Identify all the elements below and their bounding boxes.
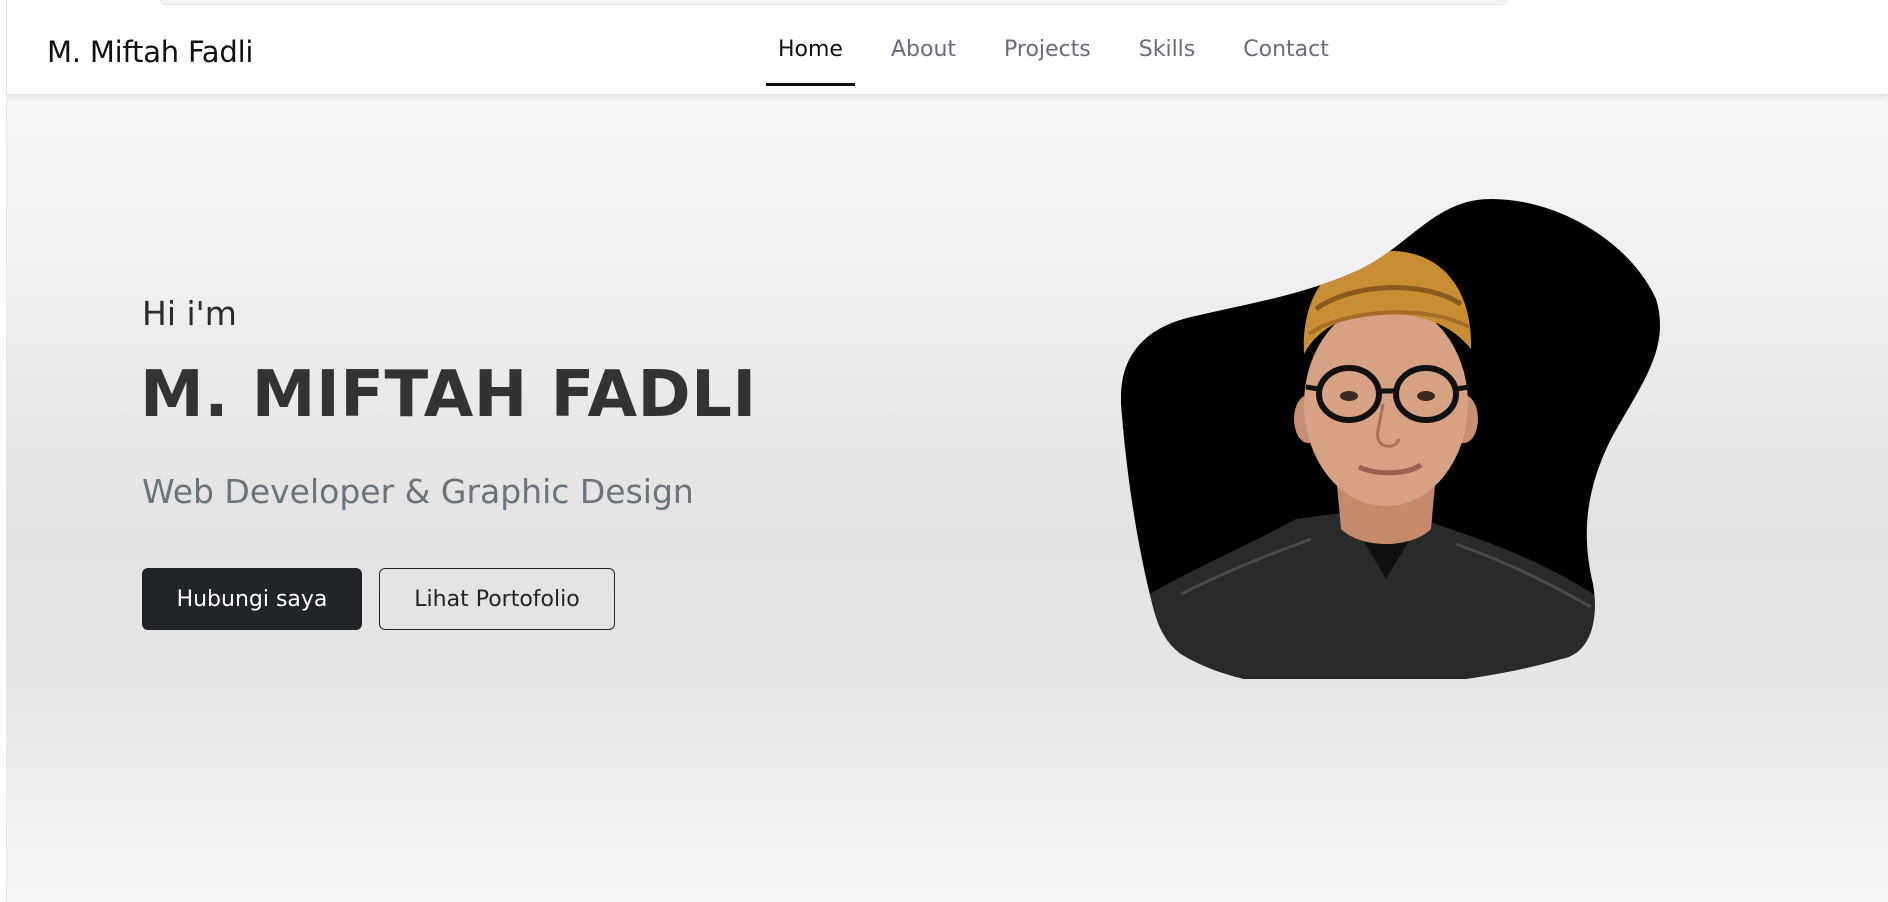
page: M. Miftah Fadli Home About Projects Skil…	[0, 0, 1888, 902]
browser-top-strip	[0, 0, 1888, 6]
view-portfolio-button[interactable]: Lihat Portofolio	[379, 568, 615, 630]
browser-tab-shadow	[160, 0, 1507, 5]
profile-photo	[1121, 199, 1660, 679]
brand-logo[interactable]: M. Miftah Fadli	[47, 35, 253, 69]
nav-item-contact[interactable]: Contact	[1231, 6, 1341, 94]
nav-menu: Home About Projects Skills Contact	[766, 6, 1365, 94]
hero-name: M. MIFTAH FADLI	[140, 358, 757, 432]
nav-item-skills[interactable]: Skills	[1127, 6, 1208, 94]
navbar: M. Miftah Fadli Home About Projects Skil…	[6, 6, 1888, 94]
hero-subtitle: Web Developer & Graphic Design	[142, 472, 694, 511]
contact-me-button[interactable]: Hubungi saya	[142, 568, 362, 630]
nav-item-about[interactable]: About	[879, 6, 968, 94]
nav-item-projects[interactable]: Projects	[992, 6, 1103, 94]
nav-item-home[interactable]: Home	[766, 6, 855, 94]
hero-greeting: Hi i'm	[142, 294, 237, 333]
hero-section: Hi i'm M. MIFTAH FADLI Web Developer & G…	[6, 94, 1888, 902]
window-left-edge	[0, 0, 7, 902]
